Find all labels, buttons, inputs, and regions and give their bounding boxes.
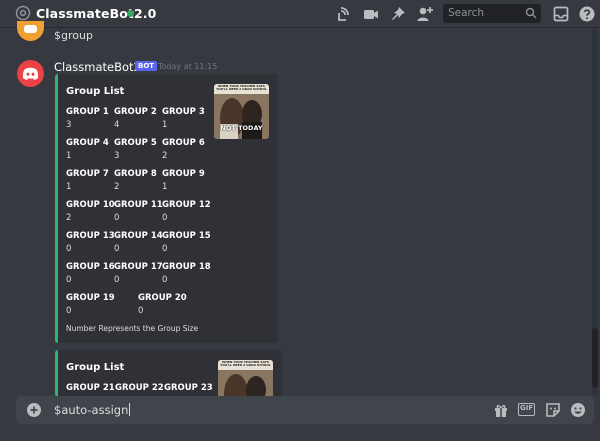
message-input[interactable]: $auto-assign [54, 403, 131, 417]
group-label: GROUP 1 [66, 107, 109, 117]
group-size: 2 [114, 182, 120, 192]
gif-label: GIF [520, 404, 534, 412]
group-size: 2 [162, 151, 168, 161]
message-input-value: $auto-assign [54, 403, 129, 417]
emoji-icon[interactable] [570, 402, 586, 418]
group-size: 0 [66, 244, 72, 254]
add-attachment-icon[interactable] [27, 403, 41, 417]
online-status-dot [127, 10, 134, 17]
group-label: GROUP 3 [162, 107, 205, 117]
group-label: GROUP 4 [66, 138, 109, 148]
search-icon [525, 7, 537, 19]
previous-author-avatar[interactable] [17, 21, 44, 41]
group-label: GROUP 7 [66, 169, 109, 179]
group-size: 1 [66, 151, 72, 161]
sticker-icon[interactable] [545, 402, 561, 418]
gif-icon[interactable]: GIF [518, 403, 535, 416]
group-size: 0 [66, 306, 72, 316]
group-size: 4 [114, 120, 120, 130]
group-size: 1 [66, 182, 72, 192]
group-size: 0 [162, 275, 168, 285]
group-size: 0 [162, 244, 168, 254]
channel-header: ClassmateBot2.0 Search [0, 0, 600, 28]
add-member-icon[interactable] [416, 5, 434, 23]
channel-title: ClassmateBot2.0 [36, 6, 157, 21]
group-label: GROUP 11 [114, 200, 163, 210]
group-label: GROUP 16 [66, 262, 115, 272]
bot-tag: BOT [135, 61, 158, 71]
thumbnail-caption-top: WHEN YOUR TEACHER SAYS YOU'LL NEED 2 GRA… [220, 360, 271, 368]
group-label: GROUP 2 [114, 107, 157, 117]
group-size: 1 [162, 120, 168, 130]
group-label: GROUP 13 [66, 231, 115, 241]
threads-icon[interactable] [336, 5, 354, 23]
group-size: 2 [66, 213, 72, 223]
group-label: GROUP 5 [114, 138, 157, 148]
group-label: GROUP 10 [66, 200, 115, 210]
at-icon [15, 5, 31, 21]
group-label: GROUP 20 [138, 293, 187, 303]
group-label: GROUP 21 [66, 383, 115, 393]
group-label: GROUP 19 [66, 293, 115, 303]
group-size: 3 [114, 151, 120, 161]
group-list-embed: Group List WHEN YOUR TEACHER SAYS YOU'LL… [55, 74, 278, 343]
group-label: GROUP 22 [115, 383, 164, 393]
group-label: GROUP 17 [114, 262, 163, 272]
video-call-icon[interactable] [362, 5, 380, 23]
inbox-icon[interactable] [552, 5, 570, 23]
message-timestamp: Today at 11:15 [158, 62, 218, 71]
meme-thumbnail[interactable]: WHEN YOUR TEACHER SAYS YOU'LL NEED 2 GRA… [214, 84, 269, 139]
scrollbar[interactable] [592, 28, 598, 396]
group-size: 3 [66, 120, 72, 130]
embed-title: Group List [66, 362, 125, 373]
group-size: 0 [162, 213, 168, 223]
group-label: GROUP 8 [114, 169, 157, 179]
thumbnail-caption-top: WHEN YOUR TEACHER SAYS YOU'LL NEED 2 GRA… [216, 84, 267, 92]
previous-message-text: $group [54, 29, 93, 42]
group-size: 1 [162, 182, 168, 192]
group-label: GROUP 6 [162, 138, 205, 148]
search-box[interactable]: Search [443, 4, 541, 23]
group-size: 0 [114, 213, 120, 223]
group-label: GROUP 12 [162, 200, 211, 210]
group-label: GROUP 9 [162, 169, 205, 179]
group-label: GROUP 23 [164, 383, 213, 393]
message-composer[interactable]: $auto-assign GIF [16, 396, 594, 424]
group-label: GROUP 15 [162, 231, 211, 241]
help-icon[interactable] [578, 5, 596, 23]
meme-thumbnail[interactable]: WHEN YOUR TEACHER SAYS YOU'LL NEED 2 GRA… [218, 360, 273, 397]
thumbnail-caption-bottom: NOT TODAY [220, 124, 263, 132]
group-size: 0 [114, 244, 120, 254]
pin-icon[interactable] [389, 5, 407, 23]
text-caret [129, 403, 131, 416]
group-label: GROUP 18 [162, 262, 211, 272]
search-placeholder: Search [448, 7, 485, 19]
group-size: 0 [66, 275, 72, 285]
group-size: 0 [138, 306, 144, 316]
embed-title: Group List [66, 86, 125, 97]
embed-footer: Number Represents the Group Size [66, 324, 199, 333]
group-size: 0 [114, 275, 120, 285]
bot-logo-icon [24, 25, 37, 33]
group-label: GROUP 14 [114, 231, 163, 241]
gift-icon[interactable] [493, 402, 509, 418]
discord-logo-icon [22, 67, 39, 80]
group-list-embed-2: Group List WHEN YOUR TEACHER SAYS YOU'LL… [55, 350, 282, 397]
author-avatar[interactable] [17, 60, 44, 87]
